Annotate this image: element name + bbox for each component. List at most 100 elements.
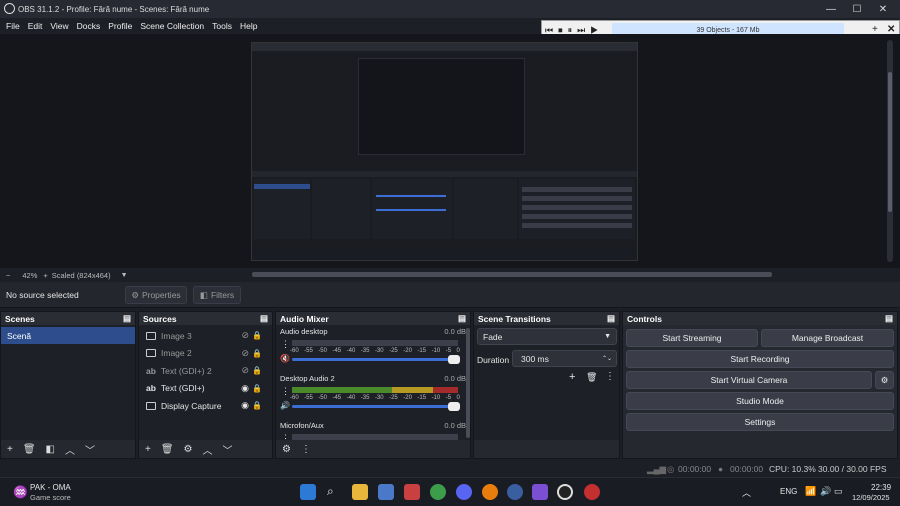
maximize-button[interactable]: ☐ xyxy=(844,0,870,18)
volume-slider[interactable] xyxy=(292,402,460,411)
volume-slider[interactable] xyxy=(292,355,460,364)
game-widget-icon[interactable]: ♒ xyxy=(13,485,28,499)
hidden-eye-icon[interactable]: ⊘ xyxy=(241,348,249,359)
transition-menu-icon[interactable]: ⋮ xyxy=(605,371,615,382)
start-recording-button[interactable]: Start Recording xyxy=(626,350,894,368)
dock-menu-icon[interactable]: ▤ xyxy=(885,313,893,324)
move-up-icon[interactable]: ︿ xyxy=(203,442,213,457)
studio-mode-button[interactable]: Studio Mode xyxy=(626,392,894,410)
dock-menu-icon[interactable]: ▤ xyxy=(458,313,466,324)
filters-button[interactable]: ◧ Filters xyxy=(193,286,241,304)
app-icon[interactable] xyxy=(404,484,420,500)
add-source-icon[interactable]: + xyxy=(145,444,151,455)
track-menu-icon[interactable]: ⋮ xyxy=(281,339,290,350)
mixer-scrollbar[interactable] xyxy=(466,328,470,438)
menu-help[interactable]: Help xyxy=(240,21,257,31)
properties-label: Properties xyxy=(141,290,181,300)
duration-input[interactable]: 300 ms ⌃⌄ xyxy=(512,350,617,367)
scene-filters-icon[interactable]: ◧ xyxy=(46,444,55,455)
properties-button[interactable]: ⚙ Properties xyxy=(125,286,187,304)
menu-tools[interactable]: Tools xyxy=(212,21,232,31)
stepper-icon[interactable]: ⌃⌄ xyxy=(602,355,612,362)
browser-icon[interactable] xyxy=(507,484,523,500)
scale-dropdown-icon[interactable]: ▼ xyxy=(121,272,128,279)
muted-speaker-icon[interactable]: 🔇 xyxy=(280,354,290,363)
nested-mixer xyxy=(372,179,452,239)
discord-icon[interactable] xyxy=(456,484,472,500)
start-streaming-button[interactable]: Start Streaming xyxy=(626,329,758,347)
lock-icon[interactable]: 🔒 xyxy=(252,401,262,410)
move-up-icon[interactable]: ︿ xyxy=(65,442,75,457)
lock-icon[interactable]: 🔒 xyxy=(252,349,262,358)
zoom-out-button[interactable]: − xyxy=(6,271,10,280)
search-icon[interactable]: ⌕ xyxy=(327,484,334,499)
remove-transition-icon[interactable]: 🗑 xyxy=(586,372,597,383)
volume-icon[interactable]: 🔊 xyxy=(820,486,831,497)
menu-edit[interactable]: Edit xyxy=(28,21,43,31)
eye-icon[interactable]: ◉ xyxy=(241,400,249,411)
hidden-eye-icon[interactable]: ⊘ xyxy=(241,365,249,376)
remove-scene-icon[interactable]: 🗑 xyxy=(23,444,36,455)
preview-vertical-scrollbar[interactable] xyxy=(887,40,893,262)
clock-time[interactable]: 22:39 xyxy=(871,483,891,492)
minimize-button[interactable]: — xyxy=(818,0,844,18)
move-down-icon[interactable]: ﹀ xyxy=(223,442,233,457)
eye-icon[interactable]: ◉ xyxy=(241,383,249,394)
source-name: Text (GDI+) 2 xyxy=(160,365,212,376)
obs-icon[interactable] xyxy=(557,484,573,500)
tray-chevron-icon[interactable]: ︿ xyxy=(742,486,751,499)
source-item[interactable]: ab Text (GDI+) ◉ 🔒 xyxy=(139,380,272,398)
source-properties-icon[interactable]: ⚙ xyxy=(184,444,193,455)
settings-button[interactable]: Settings xyxy=(626,413,894,431)
mixer-settings-icon[interactable]: ⚙ xyxy=(282,444,291,455)
speaker-icon[interactable]: 🔊 xyxy=(280,401,290,410)
scenes-dock: Scenes ▤ Scenă + 🗑 ◧ ︿ ﹀ xyxy=(0,311,136,459)
store-icon[interactable] xyxy=(378,484,394,500)
menu-view[interactable]: View xyxy=(50,21,68,31)
virtual-camera-settings-button[interactable]: ⚙ xyxy=(875,371,894,389)
lock-icon[interactable]: 🔒 xyxy=(252,331,262,340)
dock-menu-icon[interactable]: ▤ xyxy=(123,313,131,324)
source-item[interactable]: Display Capture ◉ 🔒 xyxy=(139,397,272,415)
scene-item[interactable]: Scenă xyxy=(1,327,135,344)
blender-icon[interactable] xyxy=(482,484,498,500)
fps-readout: 30.00 / 30.00 FPS xyxy=(818,464,887,474)
lock-icon[interactable]: 🔒 xyxy=(252,366,262,375)
language-indicator[interactable]: ENG xyxy=(780,487,797,496)
chrome-icon[interactable] xyxy=(430,484,446,500)
source-item[interactable]: Image 3 ⊘ 🔒 xyxy=(139,327,272,345)
wifi-icon[interactable]: 📶 xyxy=(805,486,816,497)
start-virtual-camera-button[interactable]: Start Virtual Camera xyxy=(626,371,872,389)
dock-menu-icon[interactable]: ▤ xyxy=(607,313,615,324)
menu-scene-collection[interactable]: Scene Collection xyxy=(140,21,204,31)
track-menu-icon[interactable]: ⋮ xyxy=(281,433,290,440)
menu-profile[interactable]: Profile xyxy=(108,21,132,31)
mixer-menu-icon[interactable]: ⋮ xyxy=(301,444,311,455)
battery-icon[interactable]: ▭ xyxy=(834,486,843,497)
gear-icon: ⚙ xyxy=(131,289,139,300)
menu-file[interactable]: File xyxy=(6,21,20,31)
dock-menu-icon[interactable]: ▤ xyxy=(260,313,268,324)
transition-select[interactable]: Fade ▼ xyxy=(477,328,617,345)
source-item[interactable]: ab Text (GDI+) 2 ⊘ 🔒 xyxy=(139,362,272,380)
file-explorer-icon[interactable] xyxy=(352,484,368,500)
menu-docks[interactable]: Docks xyxy=(77,21,101,31)
app-icon[interactable] xyxy=(584,484,600,500)
preview-horizontal-scrollbar[interactable] xyxy=(252,272,772,277)
remove-source-icon[interactable]: 🗑 xyxy=(161,444,174,455)
windows-start-icon[interactable] xyxy=(300,484,316,500)
add-scene-icon[interactable]: + xyxy=(7,444,13,455)
track-name: Microfon/Aux xyxy=(280,421,324,430)
zoom-in-button[interactable]: + xyxy=(43,271,47,280)
clock-date[interactable]: 12/09/2025 xyxy=(852,493,890,502)
hidden-eye-icon[interactable]: ⊘ xyxy=(241,330,249,341)
manage-broadcast-button[interactable]: Manage Broadcast xyxy=(761,329,894,347)
source-name: Image 2 xyxy=(161,348,192,359)
app-icon[interactable] xyxy=(532,484,548,500)
close-button[interactable]: ✕ xyxy=(870,0,896,18)
source-item[interactable]: Image 2 ⊘ 🔒 xyxy=(139,345,272,363)
lock-icon[interactable]: 🔒 xyxy=(252,384,262,393)
add-transition-icon[interactable]: + xyxy=(569,371,575,383)
move-down-icon[interactable]: ﹀ xyxy=(85,442,95,457)
track-menu-icon[interactable]: ⋮ xyxy=(281,386,290,397)
